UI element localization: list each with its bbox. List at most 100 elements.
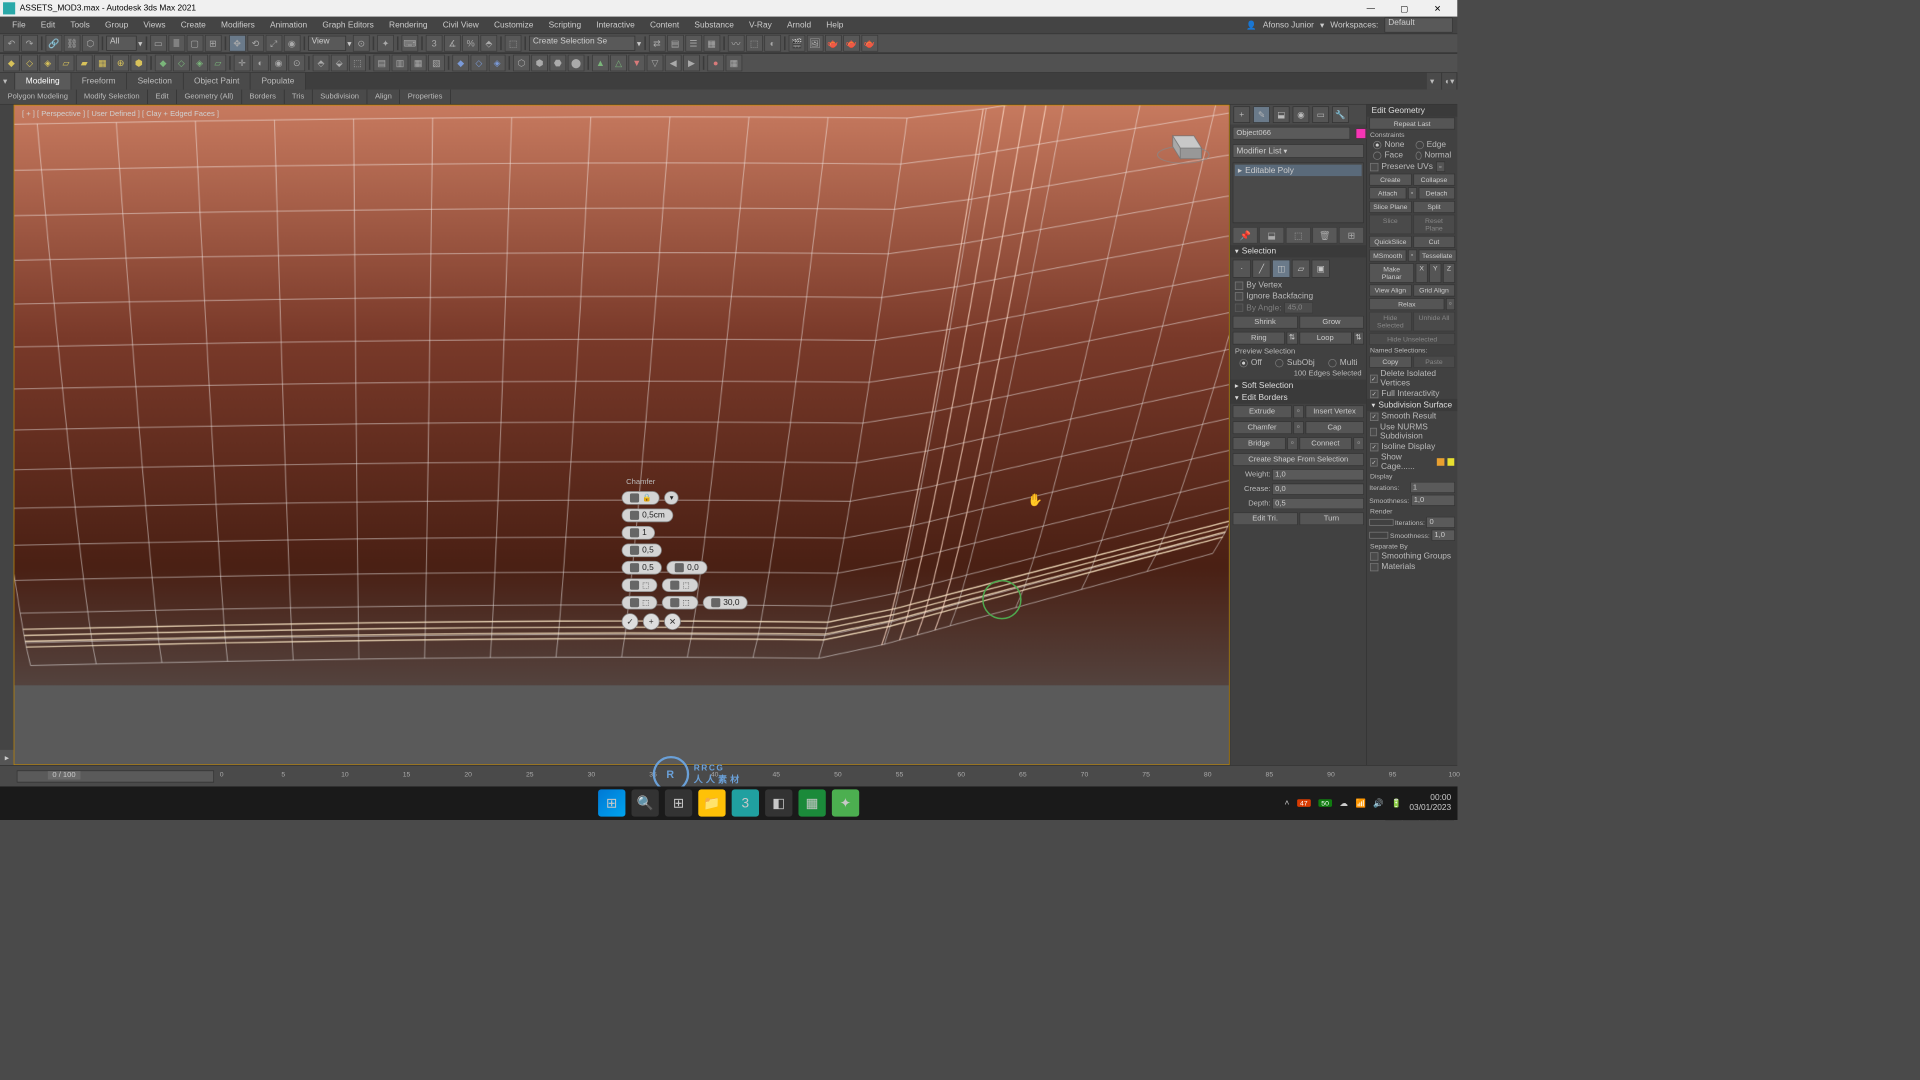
modify-tab-icon[interactable]: ✎ xyxy=(1253,106,1270,123)
user-icon[interactable]: 👤 xyxy=(1246,20,1256,30)
utilities-tab-icon[interactable]: 🔧 xyxy=(1332,106,1349,123)
viewcube[interactable] xyxy=(1153,121,1214,167)
snap-vertex-icon[interactable]: ◆ xyxy=(3,55,20,72)
relax-button[interactable]: Relax xyxy=(1369,298,1444,310)
angle-snap-button[interactable]: ∡ xyxy=(444,35,461,52)
selection-filter[interactable]: All xyxy=(106,36,136,51)
caddy-cancel-button[interactable]: ✕ xyxy=(664,613,681,630)
minimize-button[interactable]: — xyxy=(1354,0,1387,17)
separate-materials-checkbox[interactable]: Materials xyxy=(1367,562,1457,573)
edit-tri-button[interactable]: Edit Tri. xyxy=(1233,512,1298,525)
tool-21-icon[interactable]: ▥ xyxy=(392,55,409,72)
menu-group[interactable]: Group xyxy=(97,17,135,34)
menu-tools[interactable]: Tools xyxy=(63,17,98,34)
select-object-button[interactable]: ▭ xyxy=(150,35,167,52)
by-vertex-checkbox[interactable]: By Vertex xyxy=(1230,280,1366,291)
caddy-opt1-button[interactable]: ⬚ xyxy=(622,578,658,592)
edged-pivot-button[interactable]: ⬚ xyxy=(505,35,522,52)
edit-borders-rollout-header[interactable]: ▾ Edit Borders xyxy=(1230,392,1366,404)
user-name[interactable]: Afonso Junior xyxy=(1263,20,1314,29)
cut-button[interactable]: Cut xyxy=(1413,236,1455,248)
taskbar-app2-icon[interactable]: ▦ xyxy=(798,789,825,816)
cap-button[interactable]: Cap xyxy=(1305,421,1364,434)
ribbon-tab-modeling[interactable]: Modeling xyxy=(15,73,71,90)
detach-button[interactable]: Detach xyxy=(1418,187,1455,199)
border-subobj-button[interactable]: ◫ xyxy=(1272,260,1290,278)
render-iterations-spinner[interactable]: 0 xyxy=(1426,517,1455,528)
menu-arnold[interactable]: Arnold xyxy=(779,17,818,34)
element-subobj-button[interactable]: ▣ xyxy=(1312,260,1330,278)
connect-button[interactable]: Connect xyxy=(1299,437,1352,450)
crease-spinner[interactable]: 0,0 xyxy=(1272,483,1364,494)
edge-subobj-button[interactable]: ╱ xyxy=(1252,260,1270,278)
render-smoothness-spinner[interactable]: 1,0 xyxy=(1431,530,1455,541)
make-unique-icon[interactable]: ⬚ xyxy=(1286,227,1311,244)
tray-wifi-icon[interactable]: 📶 xyxy=(1355,798,1365,808)
slice-plane-button[interactable]: Slice Plane xyxy=(1369,201,1411,213)
scene-explorer-expand-icon[interactable]: ▸ xyxy=(0,750,14,765)
ribbon-tab-object-paint[interactable]: Object Paint xyxy=(183,73,250,90)
caddy-tension-field[interactable]: 0,5 xyxy=(622,543,662,557)
chamfer-caddy[interactable]: Chamfer 🔒 ▾ 0,5cm 1 0,5 0,5 0,0 ⬚ ⬚ xyxy=(622,477,748,630)
select-move-button[interactable]: ✥ xyxy=(229,35,246,52)
tool-35-icon[interactable]: ◀ xyxy=(665,55,682,72)
tool-22-icon[interactable]: ▦ xyxy=(410,55,427,72)
snap-12-icon[interactable]: ▱ xyxy=(209,55,226,72)
display-tab-icon[interactable]: ▭ xyxy=(1312,106,1329,123)
constraint-none-radio[interactable]: None xyxy=(1370,140,1412,151)
caddy-val0-field[interactable]: 0,0 xyxy=(667,561,707,575)
tool-19-icon[interactable]: ⬚ xyxy=(349,55,366,72)
pin-stack-icon[interactable]: 📌 xyxy=(1233,227,1258,244)
loop-spinner[interactable]: ⇅ xyxy=(1353,332,1364,345)
caddy-type-dropdown[interactable]: ▾ xyxy=(664,491,678,505)
ribbon-chevron-icon[interactable]: ▾ xyxy=(1427,73,1442,90)
use-pivot-button[interactable]: ⊙ xyxy=(353,35,370,52)
constraint-edge-radio[interactable]: Edge xyxy=(1412,140,1454,151)
extrude-settings-button[interactable]: ▫ xyxy=(1293,405,1304,418)
window-crossing-button[interactable]: ⊞ xyxy=(205,35,222,52)
timeline-ruler[interactable]: 0510152025303540455055606570758085909510… xyxy=(222,768,1455,783)
tool-17-icon[interactable]: ⬘ xyxy=(313,55,330,72)
msmooth-button[interactable]: MSmooth xyxy=(1369,250,1406,262)
msmooth-settings-button[interactable]: ▫ xyxy=(1408,250,1417,262)
chamfer-settings-button[interactable]: ▫ xyxy=(1293,421,1304,434)
connect-settings-button[interactable]: ▫ xyxy=(1353,437,1364,450)
system-tray[interactable]: ˄ 47 50 ☁ 📶 🔊 🔋 00:00 03/01/2023 xyxy=(1285,793,1452,813)
mirror-button[interactable]: ⇄ xyxy=(649,35,666,52)
insert-vertex-button[interactable]: Insert Vertex xyxy=(1305,405,1364,418)
caddy-apply-button[interactable]: + xyxy=(643,613,660,630)
view-align-button[interactable]: View Align xyxy=(1369,285,1411,297)
toggle-ribbon-button[interactable]: ▦ xyxy=(703,35,720,52)
render-iterative-button[interactable]: 🫖 xyxy=(843,35,860,52)
tool-32-icon[interactable]: △ xyxy=(610,55,627,72)
tool-20-icon[interactable]: ▤ xyxy=(373,55,390,72)
tray-cloud-icon[interactable]: ☁ xyxy=(1340,798,1348,808)
render-setup-button[interactable]: 🎬 xyxy=(788,35,805,52)
material-editor-button[interactable]: ◐ xyxy=(764,35,781,52)
select-by-name-button[interactable]: ≣ xyxy=(168,35,185,52)
named-selection-dropdown[interactable]: Create Selection Se xyxy=(529,36,635,51)
ribbon-sub-properties[interactable]: Properties xyxy=(400,90,451,104)
create-tab-icon[interactable]: + xyxy=(1233,106,1250,123)
menu-file[interactable]: File xyxy=(5,17,34,34)
preview-multi-radio[interactable]: Multi xyxy=(1324,357,1362,368)
tool-25-icon[interactable]: ◇ xyxy=(471,55,488,72)
caddy-opt2-button[interactable]: ⬚ xyxy=(662,578,698,592)
ribbon-sub-edit[interactable]: Edit xyxy=(148,90,177,104)
tool-axis-icon[interactable]: ✛ xyxy=(234,55,251,72)
taskbar-explorer-icon[interactable]: 📁 xyxy=(698,789,725,816)
tool-27-icon[interactable]: ⬡ xyxy=(513,55,530,72)
make-planar-button[interactable]: Make Planar xyxy=(1369,263,1414,283)
rect-select-button[interactable]: ▢ xyxy=(186,35,203,52)
menu-help[interactable]: Help xyxy=(819,17,851,34)
object-name-field[interactable]: Object066 xyxy=(1233,127,1351,140)
taskbar-search-icon[interactable]: 🔍 xyxy=(631,789,658,816)
full-interactivity-checkbox[interactable]: Full Interactivity xyxy=(1367,389,1457,400)
tool-16-icon[interactable]: ⊙ xyxy=(288,55,305,72)
time-slider[interactable]: 0 / 100 xyxy=(17,770,214,782)
display-iterations-spinner[interactable]: 1 xyxy=(1410,482,1455,493)
snap-toggle-button[interactable]: 3 xyxy=(426,35,443,52)
ribbon-sub-subdivision[interactable]: Subdivision xyxy=(313,90,368,104)
ribbon-dropdown-icon[interactable]: ◐▾ xyxy=(1442,73,1457,90)
tool-26-icon[interactable]: ◈ xyxy=(489,55,506,72)
